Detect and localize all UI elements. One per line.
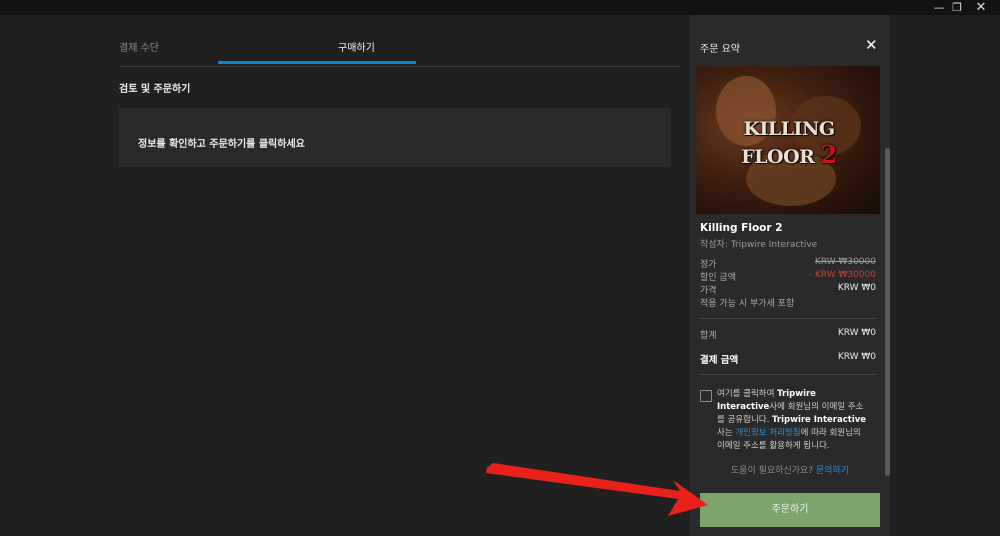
email-share-consent: 여기를 클릭하여 Tripwire Interactive사에 회원님의 이메일… [717,388,869,453]
game-logo: KILLING FLOOR 2 [704,118,874,169]
consent-company: Tripwire Interactive [772,415,867,425]
tab-payment-method[interactable]: 결제 수단 [119,39,159,54]
price-value: KRW ₩0 [837,283,876,293]
publisher-label: 작성자: [700,240,728,250]
total-row: 합계 KRW ₩0 [700,328,876,341]
checkout-main: 결제 수단 구매하기 검토 및 주문하기 정보를 확인하고 주문하기를 클릭하세… [0,15,782,536]
order-summary-panel: 주문 요약 ✕ KILLING FLOOR 2 Killing Floor 2 … [690,15,890,536]
payment-row: 결제 금액 KRW ₩0 [700,352,876,366]
list-price-row: 정가 KRW ₩30000 [700,257,876,270]
payment-value: KRW ₩0 [837,352,876,362]
game-cover-image: KILLING FLOOR 2 [696,66,880,214]
order-button[interactable]: 주문하기 [700,493,880,527]
consent-text: 여기를 클릭하여 [717,389,778,399]
right-gutter [890,15,1000,536]
help-line: 도움이 필요하신가요? 문의하기 [690,463,890,476]
discount-label: 할인 금액 [700,273,736,283]
price-label: 가격 [700,286,717,296]
panel-scrollbar[interactable] [885,148,890,476]
publisher: 작성자: Tripwire Interactive [700,237,817,250]
info-box: 정보를 확인하고 주문하기를 클릭하세요 [119,108,671,167]
contact-link[interactable]: 문의하기 [816,466,849,476]
price-row: 가격 KRW ₩0 [700,283,876,296]
window-titlebar: — ❐ ✕ [0,0,1000,15]
payment-label: 결제 금액 [700,355,739,366]
total-value: KRW ₩0 [837,328,876,338]
game-logo-number: 2 [820,140,838,169]
consent-text: 사는 [717,428,736,438]
window-close-icon[interactable]: ✕ [970,0,992,15]
active-tab-indicator [218,61,416,64]
help-text: 도움이 필요하신가요? [730,466,814,476]
discount-row: 할인 금액 - KRW ₩30000 [700,270,876,283]
tax-note: 적용 가능 시 부가세 포함 [700,296,876,309]
divider [700,374,876,375]
game-name: Killing Floor 2 [700,222,783,234]
total-label: 합계 [700,331,717,341]
section-title: 검토 및 주문하기 [119,84,191,95]
close-icon[interactable]: ✕ [865,36,878,54]
list-price-value: KRW ₩30000 [814,257,876,267]
info-text: 정보를 확인하고 주문하기를 클릭하세요 [138,139,305,150]
tab-purchase[interactable]: 구매하기 [338,39,375,54]
publisher-name: Tripwire Interactive [730,240,818,250]
divider [700,318,876,319]
discount-value: - KRW ₩30000 [808,270,876,280]
panel-title: 주문 요약 [700,44,740,55]
maximize-icon[interactable]: ❐ [946,0,968,15]
privacy-policy-link[interactable]: 개인정보 처리방침 [735,428,800,438]
list-price-label: 정가 [700,260,717,270]
email-share-checkbox[interactable] [700,390,712,402]
tax-note-text: 적용 가능 시 부가세 포함 [700,299,795,309]
